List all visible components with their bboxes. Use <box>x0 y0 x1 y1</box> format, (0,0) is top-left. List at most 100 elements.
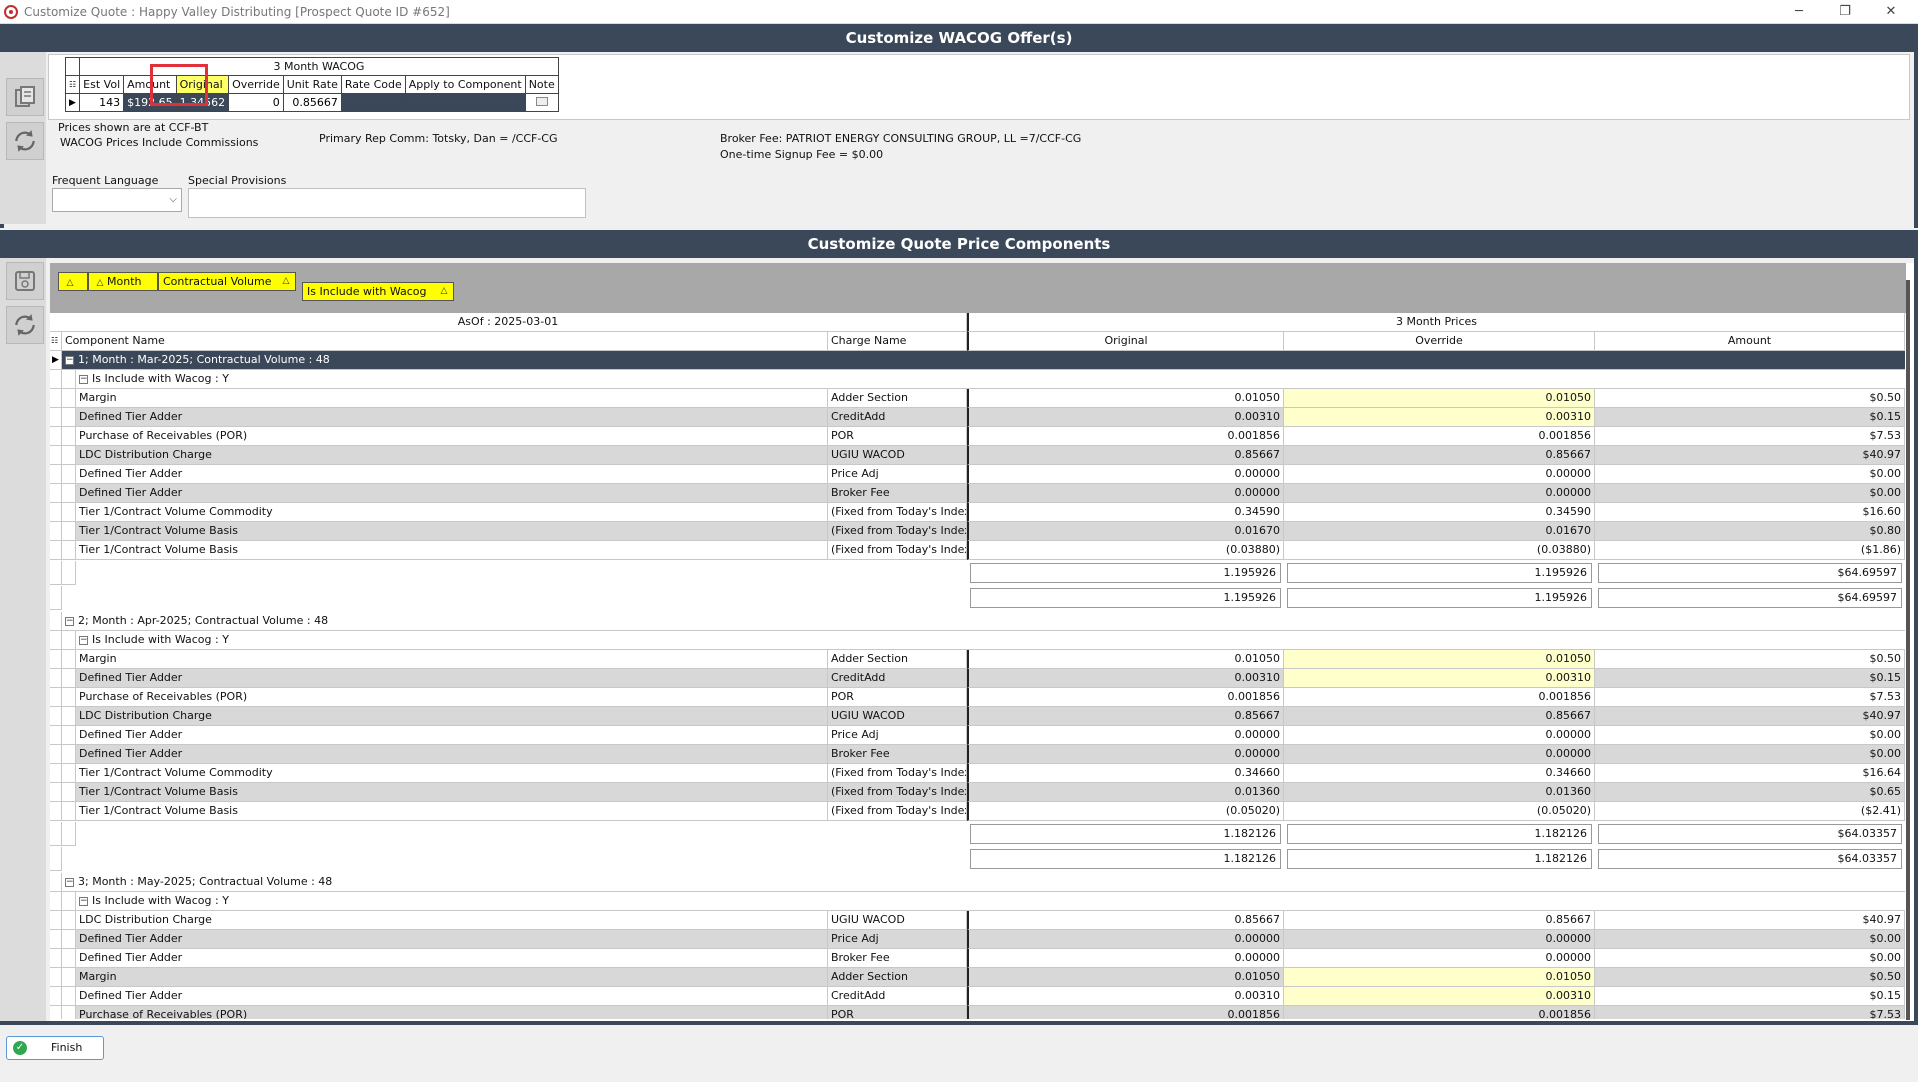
table-row[interactable]: LDC Distribution Charge UGIU WACOD 0.85667… <box>50 446 1905 465</box>
collapse-toggle-icon[interactable]: − <box>65 877 74 887</box>
collapse-toggle-icon[interactable]: − <box>79 374 88 384</box>
table-row[interactable]: Tier 1/Contract Volume Commodity (Fixed f… <box>50 764 1905 783</box>
col-apply-to-component[interactable]: Apply to Component <box>404 75 526 94</box>
refresh-wacog-button[interactable] <box>6 122 44 160</box>
group-chip-contractual-volume[interactable]: Contractual Volume △ <box>158 272 296 291</box>
group-row[interactable]: −3; Month : May-2025; Contractual Volume… <box>50 873 1905 892</box>
col-rate-code[interactable]: Rate Code <box>340 75 406 94</box>
group-chip-empty[interactable]: △ <box>58 272 88 291</box>
override-cell[interactable]: 0.85667 <box>1284 446 1595 465</box>
table-row[interactable]: Defined Tier Adder CreditAdd 0.00310 0.0031… <box>50 408 1905 427</box>
group-chip-month[interactable]: △ Month <box>88 272 158 291</box>
copy-button[interactable] <box>6 78 44 116</box>
col-charge-name[interactable]: Charge Name <box>828 332 967 351</box>
finish-button[interactable]: ✓ Finish <box>6 1036 104 1060</box>
override-cell[interactable]: (0.05020) <box>1284 802 1595 821</box>
override-cell[interactable]: 0.01050 <box>1284 389 1595 408</box>
table-row[interactable]: Purchase of Receivables (POR) POR 0.001856… <box>50 1006 1905 1019</box>
col-unit-rate[interactable]: Unit Rate <box>282 75 342 94</box>
charge-name: Adder Section <box>828 968 967 987</box>
table-row[interactable]: Defined Tier Adder Broker Fee 0.00000 0.000… <box>50 484 1905 503</box>
override-cell[interactable]: 0.85667 <box>1284 911 1595 930</box>
indent <box>62 987 76 1006</box>
override-cell[interactable]: 0.001856 <box>1284 1006 1595 1019</box>
est-vol-value[interactable]: 143 <box>79 93 125 112</box>
override-value[interactable]: 0 <box>228 93 284 112</box>
group-row[interactable]: ▶ −1; Month : Mar-2025; Contractual Volum… <box>50 351 1905 370</box>
special-provisions-input[interactable] <box>188 188 586 218</box>
col-note[interactable]: Note <box>524 75 559 94</box>
col-override[interactable]: Override <box>228 75 284 94</box>
table-row[interactable]: Defined Tier Adder Price Adj 0.00000 0.0000… <box>50 465 1905 484</box>
table-row[interactable]: Tier 1/Contract Volume Basis (Fixed from … <box>50 802 1905 821</box>
subgroup-row[interactable]: − Is Include with Wacog : Y <box>50 631 1905 650</box>
override-cell[interactable]: 0.01050 <box>1284 968 1595 987</box>
refresh-components-button[interactable] <box>6 306 44 344</box>
table-row[interactable]: Margin Adder Section 0.01050 0.01050 $0.50 <box>50 968 1905 987</box>
table-row[interactable]: Margin Adder Section 0.01050 0.01050 $0.50 <box>50 389 1905 408</box>
collapse-toggle-icon[interactable]: − <box>65 616 74 626</box>
components-scrollbar[interactable] <box>1906 280 1910 1020</box>
override-cell[interactable]: 0.001856 <box>1284 427 1595 446</box>
override-cell[interactable]: 0.00000 <box>1284 465 1595 484</box>
override-cell[interactable]: 0.00000 <box>1284 930 1595 949</box>
table-row[interactable]: Defined Tier Adder Price Adj 0.00000 0.0000… <box>50 726 1905 745</box>
override-cell[interactable]: 0.00000 <box>1284 484 1595 503</box>
table-row[interactable]: Margin Adder Section 0.01050 0.01050 $0.50 <box>50 650 1905 669</box>
rate-code-value[interactable] <box>340 93 406 112</box>
apply-to-component-value[interactable] <box>404 93 526 112</box>
collapse-toggle-icon[interactable]: − <box>65 355 74 365</box>
override-cell[interactable]: 0.01670 <box>1284 522 1595 541</box>
save-button[interactable] <box>6 262 44 300</box>
override-cell[interactable]: 0.00310 <box>1284 408 1595 427</box>
override-cell[interactable]: 0.34590 <box>1284 503 1595 522</box>
note-button[interactable] <box>524 93 559 112</box>
table-row[interactable]: Tier 1/Contract Volume Basis (Fixed from … <box>50 522 1905 541</box>
override-cell[interactable]: 0.00000 <box>1284 949 1595 968</box>
column-chooser-icon[interactable]: ☷ <box>64 75 81 94</box>
collapse-toggle-icon[interactable]: − <box>79 896 88 906</box>
override-cell[interactable]: 0.01360 <box>1284 783 1595 802</box>
col-override[interactable]: Override <box>1284 332 1595 351</box>
total-amount: $64.03357 <box>1598 849 1902 869</box>
table-row[interactable]: LDC Distribution Charge UGIU WACOD 0.85667… <box>50 911 1905 930</box>
override-cell[interactable]: 0.34660 <box>1284 764 1595 783</box>
table-row[interactable]: Tier 1/Contract Volume Commodity (Fixed f… <box>50 503 1905 522</box>
table-row[interactable]: Defined Tier Adder Broker Fee 0.00000 0.000… <box>50 745 1905 764</box>
wacog-panel: 3 Month WACOG ☷ Est Vol Amount Original … <box>46 52 1910 220</box>
override-cell[interactable]: (0.03880) <box>1284 541 1595 560</box>
override-cell[interactable]: 0.00310 <box>1284 669 1595 688</box>
close-button[interactable]: ✕ <box>1868 0 1914 24</box>
subgroup-row[interactable]: − Is Include with Wacog : Y <box>50 892 1905 911</box>
table-row[interactable]: Defined Tier Adder CreditAdd 0.00310 0.0031… <box>50 669 1905 688</box>
subgroup-row[interactable]: − Is Include with Wacog : Y <box>50 370 1905 389</box>
minimize-button[interactable]: ─ <box>1776 0 1822 24</box>
override-cell[interactable]: 0.01050 <box>1284 650 1595 669</box>
table-row[interactable]: Defined Tier Adder Price Adj 0.00000 0.0000… <box>50 930 1905 949</box>
table-row[interactable]: Tier 1/Contract Volume Basis (Fixed from … <box>50 783 1905 802</box>
collapse-toggle-icon[interactable]: − <box>79 635 88 645</box>
col-original[interactable]: Original <box>967 332 1284 351</box>
column-chooser-icon[interactable]: ☷ <box>50 332 62 351</box>
table-row[interactable]: Purchase of Receivables (POR) POR 0.001856… <box>50 688 1905 707</box>
override-cell[interactable]: 0.00000 <box>1284 745 1595 764</box>
col-amount[interactable]: Amount <box>1595 332 1905 351</box>
override-cell[interactable]: 0.85667 <box>1284 707 1595 726</box>
table-row[interactable]: Purchase of Receivables (POR) POR 0.001856… <box>50 427 1905 446</box>
override-cell[interactable]: 0.00310 <box>1284 987 1595 1006</box>
group-row[interactable]: −2; Month : Apr-2025; Contractual Volume… <box>50 612 1905 631</box>
group-label: −1; Month : Mar-2025; Contractual Volume… <box>62 351 1905 370</box>
override-cell[interactable]: 0.00000 <box>1284 726 1595 745</box>
frequent-language-select[interactable]: ⌵ <box>52 188 182 212</box>
table-row[interactable]: Tier 1/Contract Volume Basis (Fixed from … <box>50 541 1905 560</box>
table-row[interactable]: LDC Distribution Charge UGIU WACOD 0.85667… <box>50 707 1905 726</box>
col-component-name[interactable]: Component Name <box>62 332 828 351</box>
override-cell[interactable]: 0.001856 <box>1284 688 1595 707</box>
table-row[interactable]: Defined Tier Adder CreditAdd 0.00310 0.0031… <box>50 987 1905 1006</box>
wacog-data-row[interactable]: ▶ 143 $192.65 1.34562 0 0.85667 <box>64 93 559 112</box>
col-est-vol[interactable]: Est Vol <box>79 75 125 94</box>
table-row[interactable]: Defined Tier Adder Broker Fee 0.00000 0.000… <box>50 949 1905 968</box>
group-chip-include-wacog[interactable]: Is Include with Wacog △ <box>302 282 454 301</box>
restore-button[interactable]: ❐ <box>1822 0 1868 24</box>
indent <box>62 484 76 503</box>
